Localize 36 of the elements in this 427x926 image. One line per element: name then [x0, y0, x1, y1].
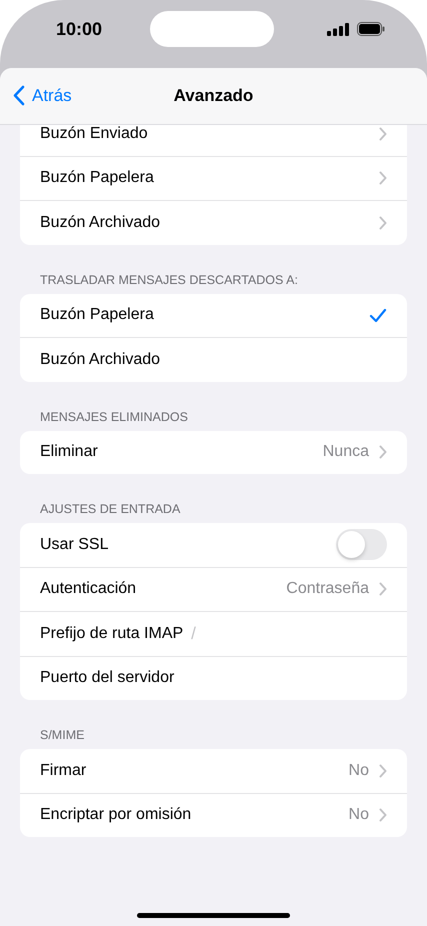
- chevron-icon[interactable]: [379, 171, 387, 186]
- row-label: Buzón Archivado: [40, 214, 160, 232]
- chevron-icon[interactable]: [379, 126, 387, 141]
- chevron-icon[interactable]: [379, 582, 387, 596]
- signal-icon: [327, 22, 349, 36]
- toggle-switch[interactable]: [336, 529, 387, 560]
- row-value: Nunca: [322, 443, 369, 462]
- chevron-icon[interactable]: [379, 764, 387, 778]
- chevron-icon[interactable]: [379, 216, 387, 230]
- row-label: Buzón Enviado: [40, 125, 148, 143]
- row-label: Prefijo de ruta IMAP: [40, 624, 184, 643]
- row-label: Autenticación: [40, 580, 136, 598]
- chevron-icon[interactable]: [379, 808, 387, 822]
- section-header: AJUSTES DE ENTRADA: [39, 502, 182, 516]
- row-label: Buzón Papelera: [40, 306, 154, 324]
- battery-icon: [357, 22, 385, 36]
- row-value: No: [348, 806, 369, 824]
- row-label: Usar SSL: [40, 536, 108, 554]
- row-label: Eliminar: [40, 443, 98, 462]
- row-label: Buzón Papelera: [40, 169, 154, 188]
- section-header: TRASLADAR MENSAJES DESCARTADOS A:: [39, 272, 299, 286]
- screen-title: Avanzado: [174, 86, 254, 106]
- checkmark-icon[interactable]: [369, 308, 387, 323]
- back-chevron-icon[interactable]: [12, 85, 25, 106]
- row-label: Firmar: [40, 762, 86, 780]
- row-label: Buzón Archivado: [40, 350, 160, 369]
- row-label: Puerto del servidor: [40, 669, 174, 688]
- section-header: MENSAJES ELIMINADOS: [39, 410, 189, 424]
- row-value: Contraseña: [286, 580, 369, 598]
- row-value: No: [348, 762, 369, 780]
- chevron-icon[interactable]: [379, 445, 387, 460]
- back-button[interactable]: Atrás: [12, 85, 72, 106]
- row-label: Encriptar por omisión: [40, 806, 192, 824]
- section-header: S/MIME: [39, 728, 86, 742]
- status-time: 10:00: [56, 19, 102, 40]
- input-field[interactable]: /: [191, 622, 387, 646]
